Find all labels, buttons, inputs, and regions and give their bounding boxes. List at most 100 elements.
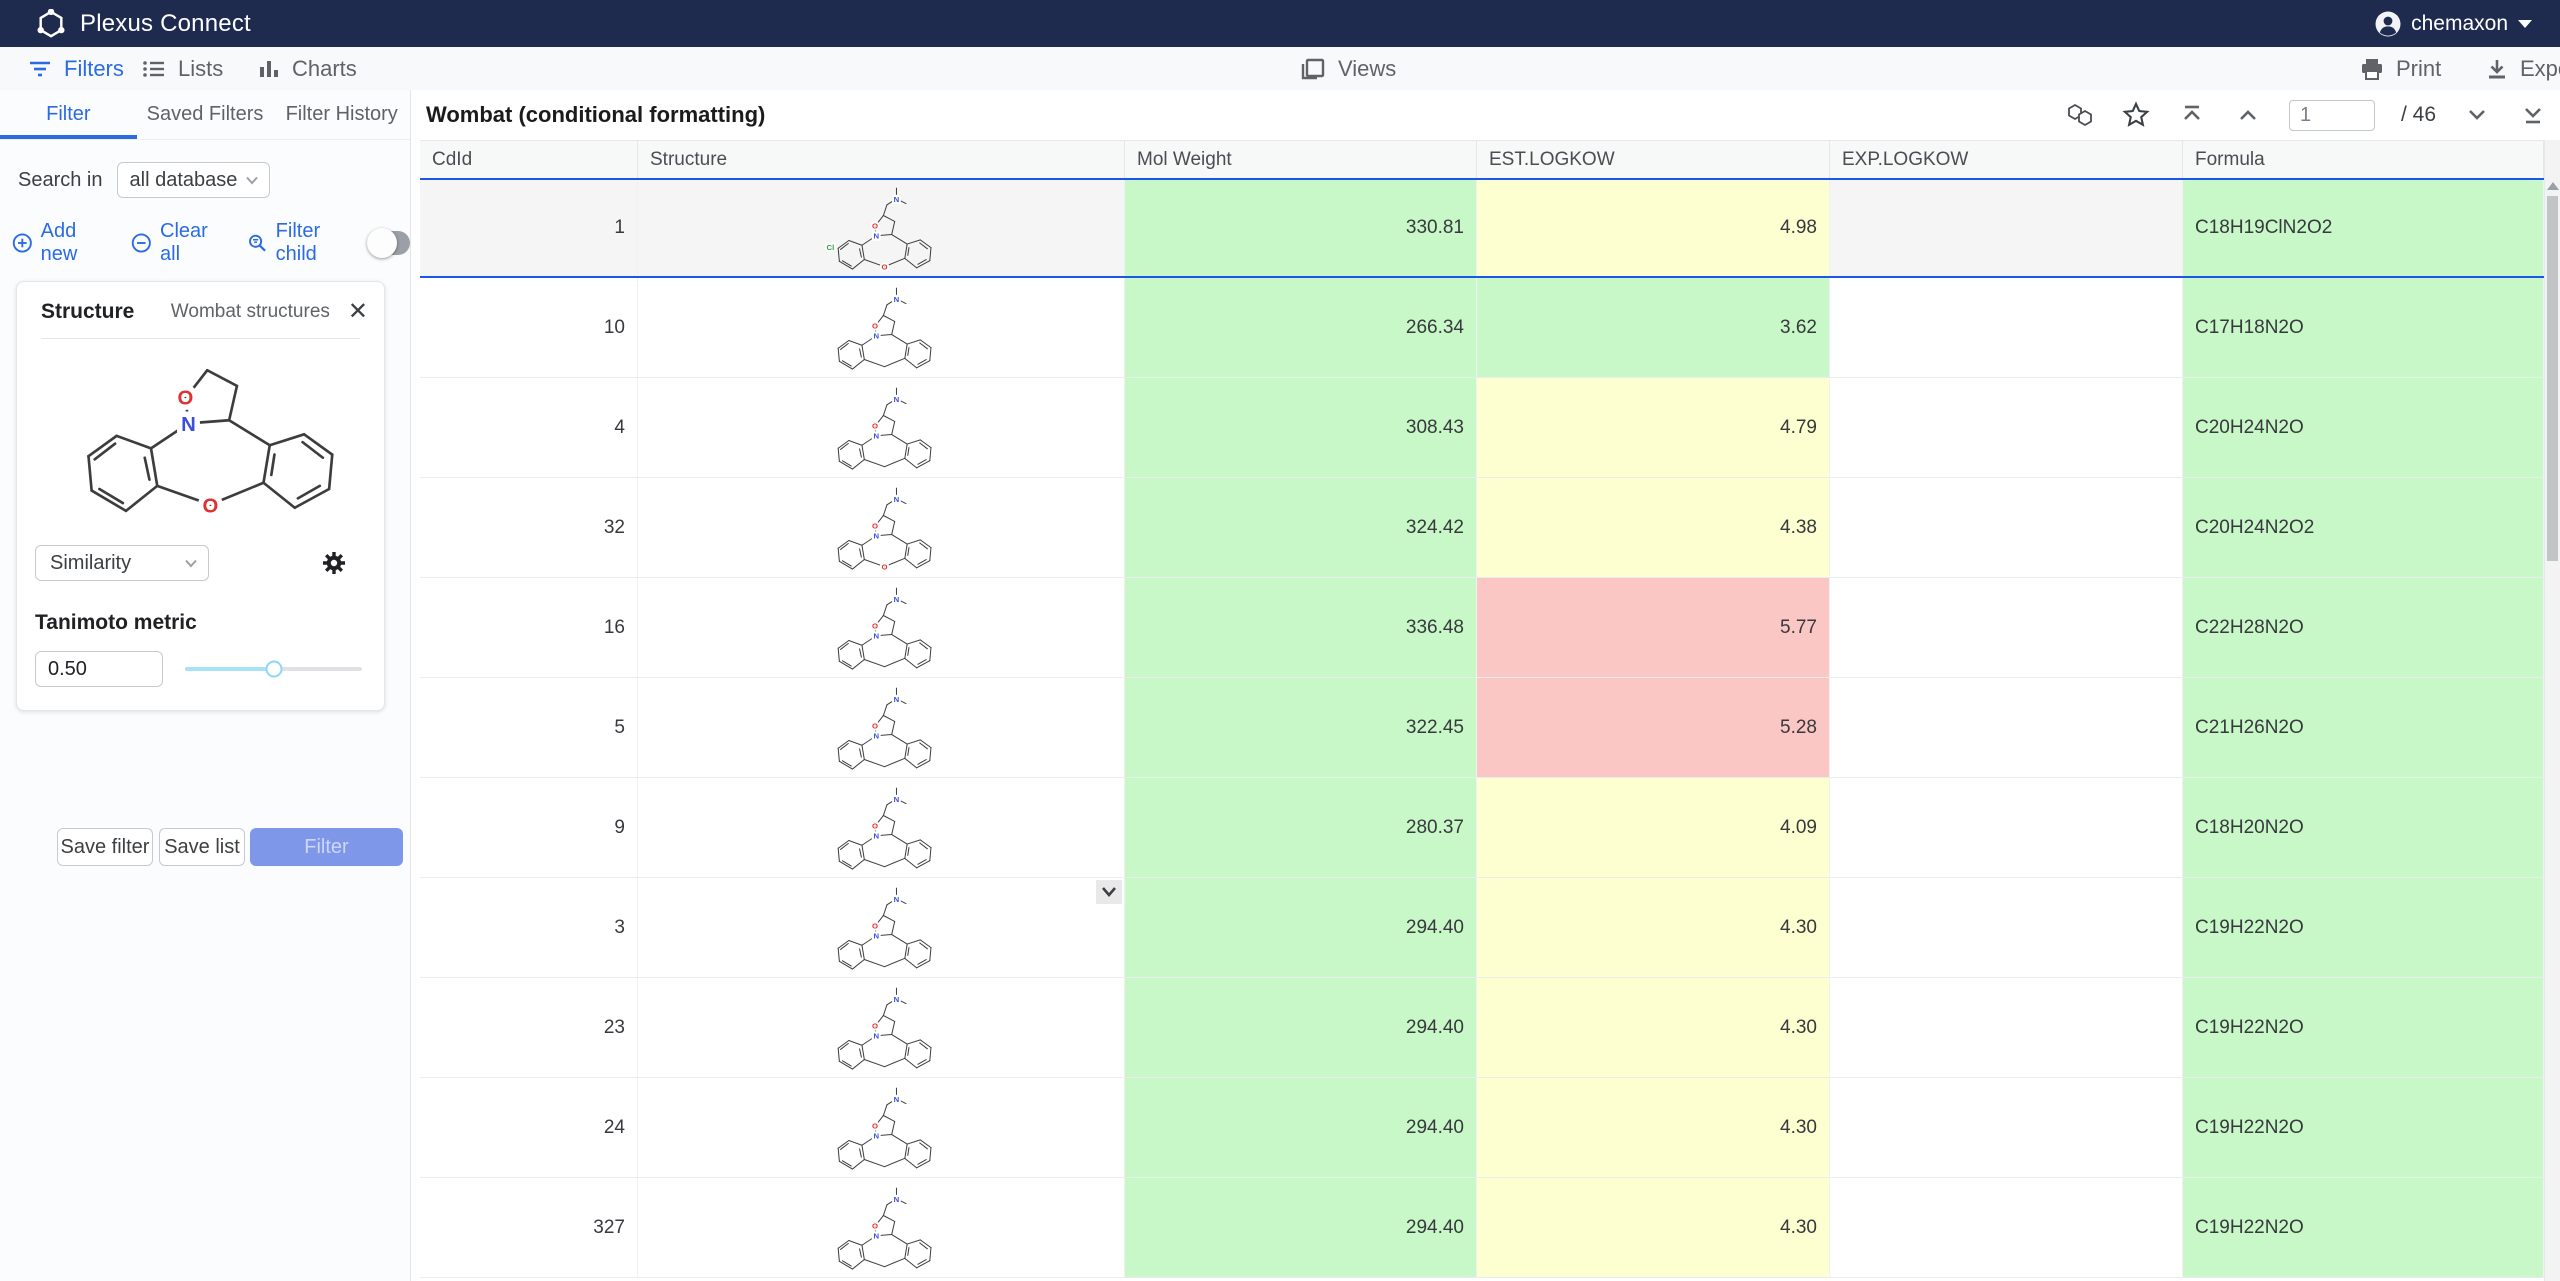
search-in-row: Search in all database: [18, 162, 410, 198]
column-header-structure[interactable]: Structure: [638, 141, 1125, 178]
go-first-icon[interactable]: [2177, 100, 2207, 130]
column-header-mol-weight[interactable]: Mol Weight: [1125, 141, 1477, 178]
search-type-select[interactable]: Similarity: [35, 545, 209, 581]
cell-exp-logkow: [1830, 180, 2183, 276]
svg-text:N: N: [873, 431, 879, 440]
svg-text:N: N: [894, 994, 900, 1003]
cell-mol-weight: 294.40: [1125, 1078, 1477, 1177]
svg-text:O: O: [872, 1121, 878, 1130]
clear-all-button[interactable]: Clear all: [131, 220, 223, 266]
svg-text:O: O: [872, 721, 878, 730]
filter-sidebar: Filter Saved Filters Filter History Sear…: [0, 90, 411, 1281]
tab-filter-history[interactable]: Filter History: [273, 90, 410, 139]
table-row-cdid-5[interactable]: 5ONN322.455.28C21H26N2O: [420, 678, 2544, 778]
favorite-star-icon[interactable]: [2121, 100, 2151, 130]
previous-page-icon[interactable]: [2233, 100, 2263, 130]
minus-circle-icon: [131, 231, 152, 255]
table-row-cdid-24[interactable]: 24ONN294.404.30C19H22N2O: [420, 1078, 2544, 1178]
slider-thumb[interactable]: [265, 661, 282, 678]
cell-formula: C20H24N2O: [2183, 378, 2544, 477]
views-button[interactable]: Views: [1300, 47, 1396, 91]
table-row-cdid-16[interactable]: 16ONN336.485.77C22H28N2O: [420, 578, 2544, 678]
structure-display-icon[interactable]: [2065, 100, 2095, 130]
svg-text:O: O: [882, 263, 888, 272]
filter-button[interactable]: Filter: [250, 828, 403, 866]
cell-cdid: 23: [420, 978, 638, 1077]
cell-menu-button[interactable]: [1096, 880, 1122, 904]
cell-cdid: 10: [420, 278, 638, 377]
go-last-icon[interactable]: [2518, 100, 2548, 130]
cell-est-logkow: 4.30: [1477, 1078, 1830, 1177]
export-icon: [2486, 58, 2508, 80]
user-menu[interactable]: chemaxon: [2375, 0, 2532, 47]
table-row-cdid-23[interactable]: 23ONN294.404.30C19H22N2O: [420, 978, 2544, 1078]
table-row-cdid-1[interactable]: 1ONNOCl330.814.98C18H19ClN2O2: [420, 178, 2544, 278]
svg-text:N: N: [873, 631, 879, 640]
column-header-formula[interactable]: Formula: [2183, 141, 2544, 178]
scrollbar-thumb[interactable]: [2547, 196, 2558, 561]
cell-est-logkow: 4.09: [1477, 778, 1830, 877]
cell-mol-weight: 330.81: [1125, 180, 1477, 276]
close-icon[interactable]: ✕: [348, 300, 368, 324]
print-button[interactable]: Print: [2360, 47, 2441, 91]
svg-text:N: N: [894, 1094, 900, 1103]
metric-slider[interactable]: [185, 667, 362, 671]
svg-text:N: N: [894, 195, 900, 204]
cell-exp-logkow: [1830, 578, 2183, 677]
svg-text:N: N: [894, 694, 900, 703]
table-row-cdid-10[interactable]: 10ONN266.343.62C17H18N2O: [420, 278, 2544, 378]
filter-child-button[interactable]: Filter child: [247, 220, 354, 266]
svg-text:Cl: Cl: [827, 243, 835, 252]
tab-saved-filters[interactable]: Saved Filters: [137, 90, 274, 139]
views-label: Views: [1338, 56, 1396, 82]
nav-filters[interactable]: Filters: [28, 47, 124, 91]
cell-cdid: 3: [420, 878, 638, 977]
nav-charts[interactable]: Charts: [258, 47, 357, 91]
column-header-est-logkow[interactable]: EST.LOGKOW: [1477, 141, 1830, 178]
cell-cdid: 327: [420, 1178, 638, 1277]
cell-exp-logkow: [1830, 878, 2183, 977]
grid-body: 1ONNOCl330.814.98C18H19ClN2O210ONN266.34…: [420, 178, 2544, 1278]
page-number-input[interactable]: [2289, 100, 2375, 131]
add-new-button[interactable]: Add new: [12, 220, 107, 266]
cell-formula: C19H22N2O: [2183, 978, 2544, 1077]
svg-text:O: O: [202, 495, 218, 517]
metric-value-input[interactable]: [35, 651, 163, 687]
views-icon: [1300, 57, 1326, 81]
svg-text:N: N: [873, 1131, 879, 1140]
table-row-cdid-3[interactable]: 3ONN294.404.30C19H22N2O: [420, 878, 2544, 978]
nav-lists[interactable]: Lists: [142, 47, 223, 91]
nav-filters-label: Filters: [64, 56, 124, 82]
column-header-exp-logkow[interactable]: EXP.LOGKOW: [1830, 141, 2183, 178]
scrollbar-up-arrow[interactable]: [2547, 182, 2559, 190]
tab-filter[interactable]: Filter: [0, 90, 137, 139]
grid-title-row: Wombat (conditional formatting) / 46: [411, 90, 2560, 140]
molecule-structure: ONN: [786, 281, 976, 375]
next-page-icon[interactable]: [2462, 100, 2492, 130]
filter-child-toggle[interactable]: [370, 231, 410, 255]
cell-exp-logkow: [1830, 378, 2183, 477]
cell-cdid: 9: [420, 778, 638, 877]
table-row-cdid-327[interactable]: 327ONN294.404.30C19H22N2O: [420, 1178, 2544, 1278]
export-button[interactable]: Export: [2486, 47, 2560, 91]
cell-structure: ONN: [638, 678, 1125, 777]
main-toolbar: Filters Lists Charts Views Print: [0, 47, 2560, 91]
save-filter-button[interactable]: Save filter: [57, 828, 153, 866]
cell-mol-weight: 294.40: [1125, 878, 1477, 977]
table-row-cdid-9[interactable]: 9ONN280.374.09C18H20N2O: [420, 778, 2544, 878]
table-row-cdid-32[interactable]: 32ONNO324.424.38C20H24N2O2: [420, 478, 2544, 578]
cell-exp-logkow: [1830, 778, 2183, 877]
sidebar-buttons: Save filter Save list Filter: [0, 828, 411, 866]
cell-est-logkow: 4.30: [1477, 878, 1830, 977]
molecule-structure: ONN: [786, 1181, 976, 1275]
vertical-scrollbar[interactable]: [2544, 140, 2560, 1281]
column-header-cdid[interactable]: CdId: [420, 141, 638, 178]
svg-text:N: N: [894, 894, 900, 903]
table-row-cdid-4[interactable]: 4ONN308.434.79C20H24N2O: [420, 378, 2544, 478]
save-list-button[interactable]: Save list: [159, 828, 245, 866]
search-in-select[interactable]: all database: [117, 162, 270, 198]
gear-icon[interactable]: [320, 549, 348, 577]
query-structure-drawing[interactable]: ONO: [17, 339, 384, 539]
molecule-structure: ONN: [786, 781, 976, 875]
svg-text:N: N: [873, 931, 879, 940]
